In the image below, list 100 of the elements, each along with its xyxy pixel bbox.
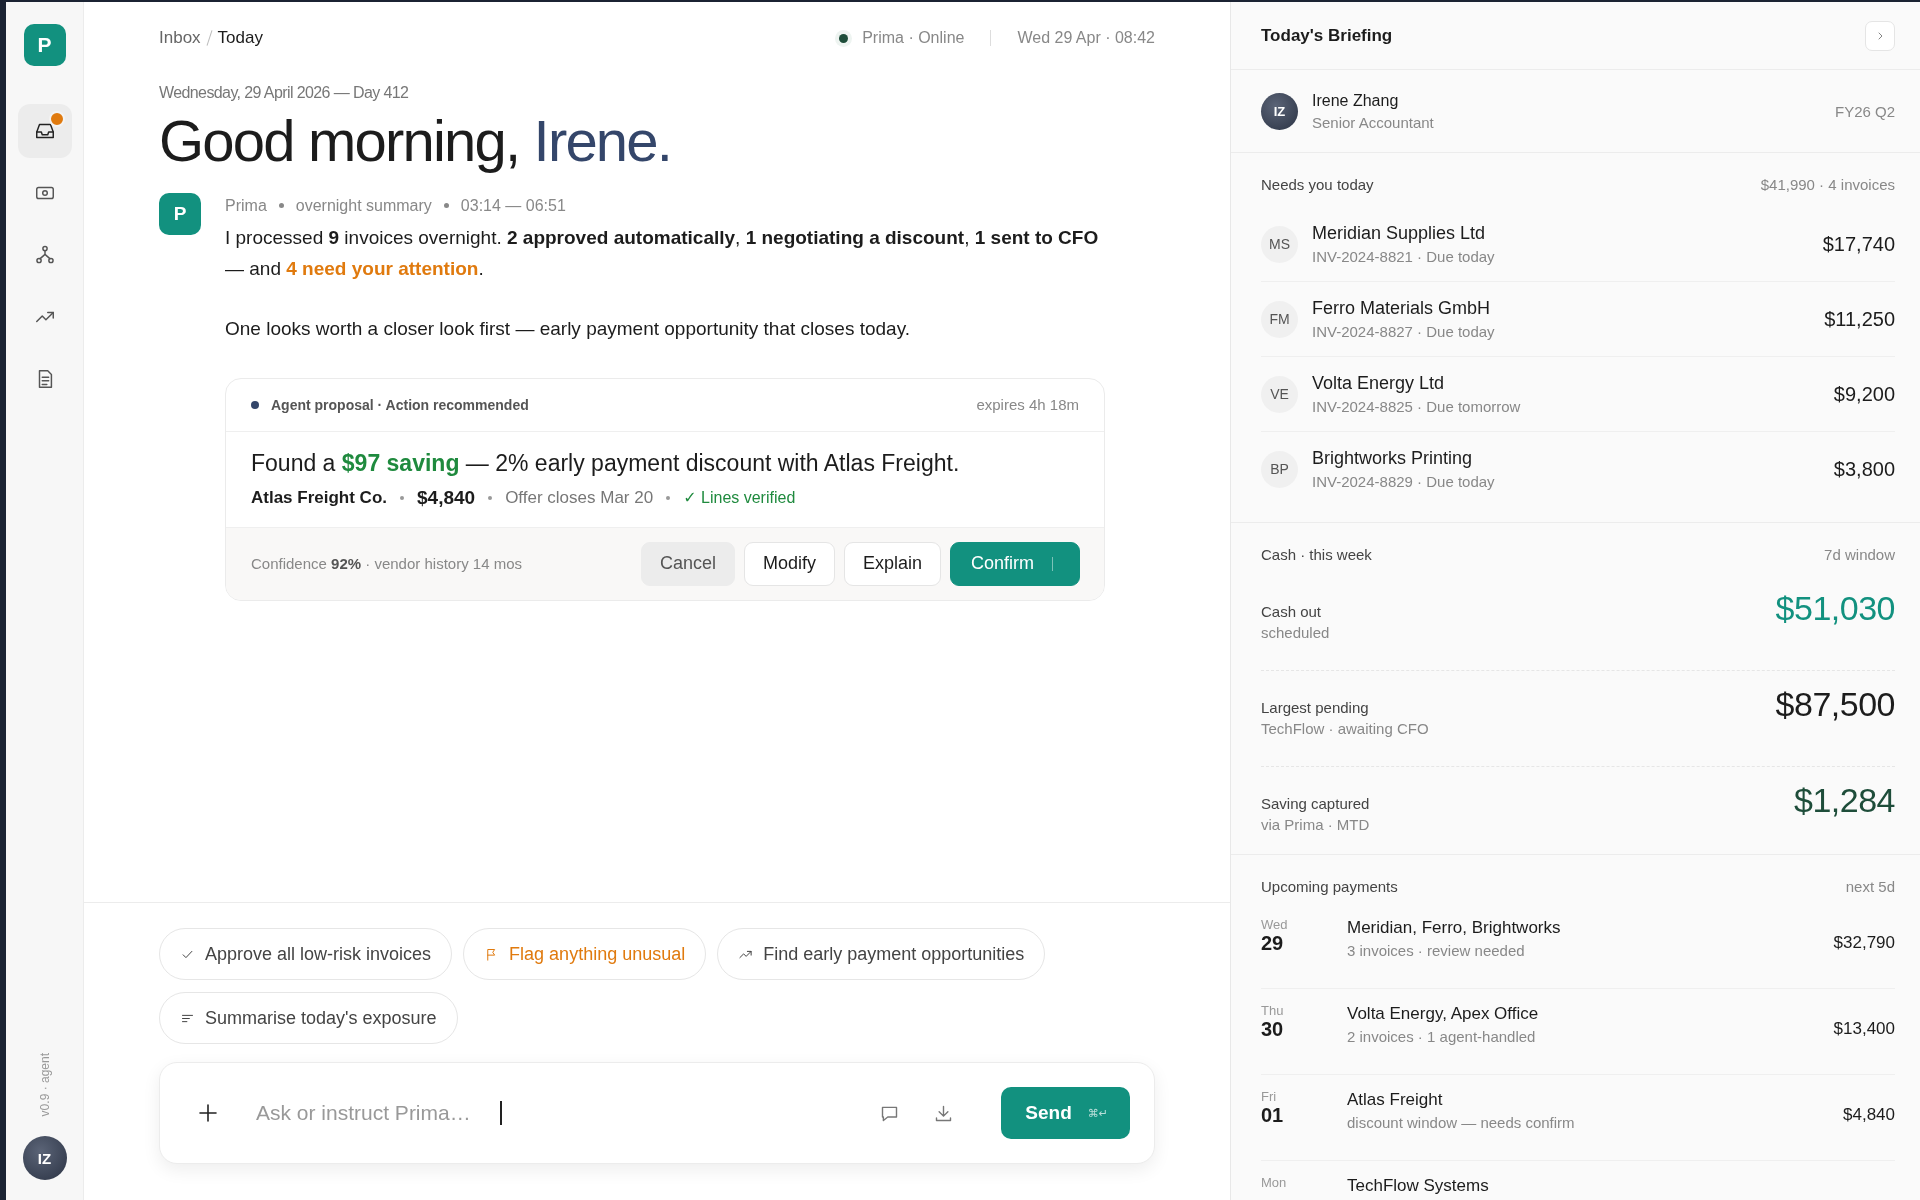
offer-note: Offer closes Mar 20: [505, 487, 654, 508]
invoice-row[interactable]: FM Ferro Materials GmbH INV-2024-8827 · Due today $11,250: [1261, 282, 1895, 357]
vendor-name: Brightworks Printing: [1312, 448, 1474, 469]
separator-dot: [443, 203, 449, 209]
message-text: One looks worth a closer look first — early payment opportunity that closes today.: [225, 316, 912, 341]
greeting-heading: Good morning, Irene.: [159, 108, 673, 175]
suggestion-chip[interactable]: Summarise today's exposure: [159, 992, 458, 1044]
metric-note: via Prima · MTD: [1261, 816, 1370, 833]
agent-avatar: P: [159, 192, 201, 235]
invoice-detail: INV-2024-8829 · Due today: [1312, 473, 1496, 490]
action-button[interactable]: Cancel: [640, 541, 735, 586]
invoice-amount: $11,250: [1824, 307, 1895, 331]
confirm-button[interactable]: Confirm: [950, 541, 1080, 586]
payment-row[interactable]: Thu 30 Volta Energy, Apex Office 2 invoices · 1 agent-handled $13,400: [1261, 989, 1895, 1075]
date-number: 29: [1261, 932, 1285, 955]
vendor-initials: FM: [1261, 300, 1298, 338]
action-button[interactable]: Modify: [743, 541, 835, 586]
invoice-detail: INV-2024-8827 · Due today: [1312, 323, 1496, 340]
panel-title: Today's Briefing: [1261, 25, 1393, 46]
vendor-initials: VE: [1261, 375, 1298, 413]
plus-icon: [196, 1101, 220, 1125]
section-title: Needs you today: [1261, 175, 1374, 193]
user-name: Irene Zhang: [1312, 91, 1400, 110]
separator-dot: [666, 495, 671, 500]
message-meta: Prima: [225, 196, 267, 215]
metric-note: TechFlow · awaiting CFO: [1261, 720, 1429, 737]
invoice-amount: $3,800: [1833, 457, 1895, 481]
metric-value: $87,500: [1775, 685, 1895, 724]
expiry-text: expires 4h 18m: [976, 396, 1079, 414]
section-title: Cash · this week: [1261, 545, 1372, 563]
invoice-detail: INV-2024-8825 · Due tomorrow: [1312, 398, 1522, 415]
confidence-text: Confidence 92% · vendor history 14 mos: [251, 555, 522, 573]
period-label: FY26 Q2: [1834, 102, 1895, 120]
payment-row[interactable]: Wed 29 Meridian, Ferro, Brightworks 3 invoices · review needed $32,790: [1261, 903, 1895, 989]
send-button[interactable]: Send ⌘↵: [1001, 1087, 1130, 1139]
date-line: Wednesday, 29 April 2026 — Day 412: [159, 84, 410, 102]
user-avatar: IZ: [1261, 92, 1298, 130]
separator-dot: [488, 495, 493, 500]
section-summary: 7d window: [1824, 545, 1895, 563]
proposal-dot: [251, 400, 259, 409]
nav-item[interactable]: [17, 104, 72, 158]
invoice-detail: INV-2024-8821 · Due today: [1312, 248, 1496, 265]
user-avatar[interactable]: IZ: [22, 1136, 67, 1180]
app-logo[interactable]: P: [23, 24, 66, 66]
vendor-initials: BP: [1261, 450, 1298, 488]
metric-value: $51,030: [1775, 589, 1895, 628]
action-button[interactable]: Explain: [843, 541, 941, 586]
payment-detail: 2 invoices · 1 agent-handled: [1347, 1028, 1537, 1045]
proposal-headline: Found a $97 saving — 2% early payment discount with Atlas Freight.: [251, 449, 961, 477]
section-summary: $41,990 · 4 invoices: [1760, 175, 1895, 193]
payee-names: Volta Energy, Apex Office: [1347, 1004, 1540, 1024]
payment-amount: $32,790: [1833, 933, 1895, 953]
verified-note: ✓ Lines verified: [683, 488, 796, 508]
invoice-amount: $9,200: [1833, 382, 1895, 406]
metric-label: Largest pending: [1261, 699, 1370, 716]
invoice-amount: $17,740: [1822, 232, 1895, 256]
suggestion-chip[interactable]: Find early payment opportunities: [717, 928, 1046, 980]
payee-names: Atlas Freight: [1347, 1090, 1444, 1110]
date-number: 30: [1261, 1018, 1285, 1041]
text-cursor: [500, 1101, 502, 1125]
suggestion-chip[interactable]: Approve all low-risk invoices: [159, 928, 453, 980]
section-title: Upcoming payments: [1261, 877, 1398, 895]
breadcrumb-link[interactable]: Today: [217, 28, 263, 48]
weekday-label: Mon: [1261, 1175, 1288, 1190]
message-meta: 03:14 — 06:51: [460, 196, 566, 215]
invoice-row[interactable]: BP Brightworks Printing INV-2024-8829 · Due today $3,800: [1261, 432, 1895, 506]
message-text: I processed 9 invoices overnight. 2 approved automatically, 1 negotiating a discount, 1 sent to CFO — and 4 need your attention.: [225, 225, 1100, 281]
message-input[interactable]: Ask or instruct Prima…: [256, 1101, 496, 1125]
separator-dot: [400, 495, 404, 500]
section-summary: next 5d: [1845, 877, 1895, 895]
invoice-row[interactable]: MS Meridian Supplies Ltd INV-2024-8821 · Due today $17,740: [1261, 207, 1895, 282]
metric-note: scheduled: [1261, 624, 1330, 641]
payment-detail: discount window — needs confirm: [1347, 1114, 1576, 1131]
date-time: Wed 29 Apr · 08:42: [1017, 29, 1155, 47]
payment-amount: $13,400: [1833, 1019, 1895, 1039]
invoice-row[interactable]: VE Volta Energy Ltd INV-2024-8825 · Due tomorrow $9,200: [1261, 357, 1895, 432]
user-role: Senior Accountant: [1312, 113, 1435, 131]
payment-row[interactable]: Mon TechFlow Systems: [1261, 1161, 1895, 1200]
separator-dot: [278, 203, 284, 209]
weekday-label: Thu: [1261, 1003, 1285, 1018]
vendor-name: Ferro Materials GmbH: [1312, 298, 1492, 319]
payment-detail: 3 invoices · review needed: [1347, 942, 1526, 959]
vendor-name: Volta Energy Ltd: [1312, 373, 1446, 394]
version-label: v0.9 · agent: [37, 1052, 52, 1116]
breadcrumb-link[interactable]: Inbox: [159, 28, 201, 48]
proposal-label: Agent proposal · Action recommended: [271, 396, 529, 413]
invoice-amount: $4,840: [417, 486, 476, 509]
vendor-name: Atlas Freight Co.: [251, 487, 387, 508]
metric-value: $1,284: [1794, 781, 1895, 820]
payee-names: TechFlow Systems: [1347, 1176, 1490, 1196]
weekday-label: Wed: [1261, 917, 1289, 932]
vendor-name: Meridian Supplies Ltd: [1312, 223, 1487, 244]
payment-row[interactable]: Fri 01 Atlas Freight discount window — needs confirm $4,840: [1261, 1075, 1895, 1161]
payment-amount: $4,840: [1843, 1105, 1895, 1125]
metric-label: Cash out: [1261, 603, 1323, 620]
metric-label: Saving captured: [1261, 795, 1370, 812]
date-number: 01: [1261, 1104, 1285, 1127]
payee-names: Meridian, Ferro, Brightworks: [1347, 918, 1562, 938]
message-meta: overnight summary: [295, 196, 432, 215]
weekday-label: Fri: [1261, 1089, 1278, 1104]
